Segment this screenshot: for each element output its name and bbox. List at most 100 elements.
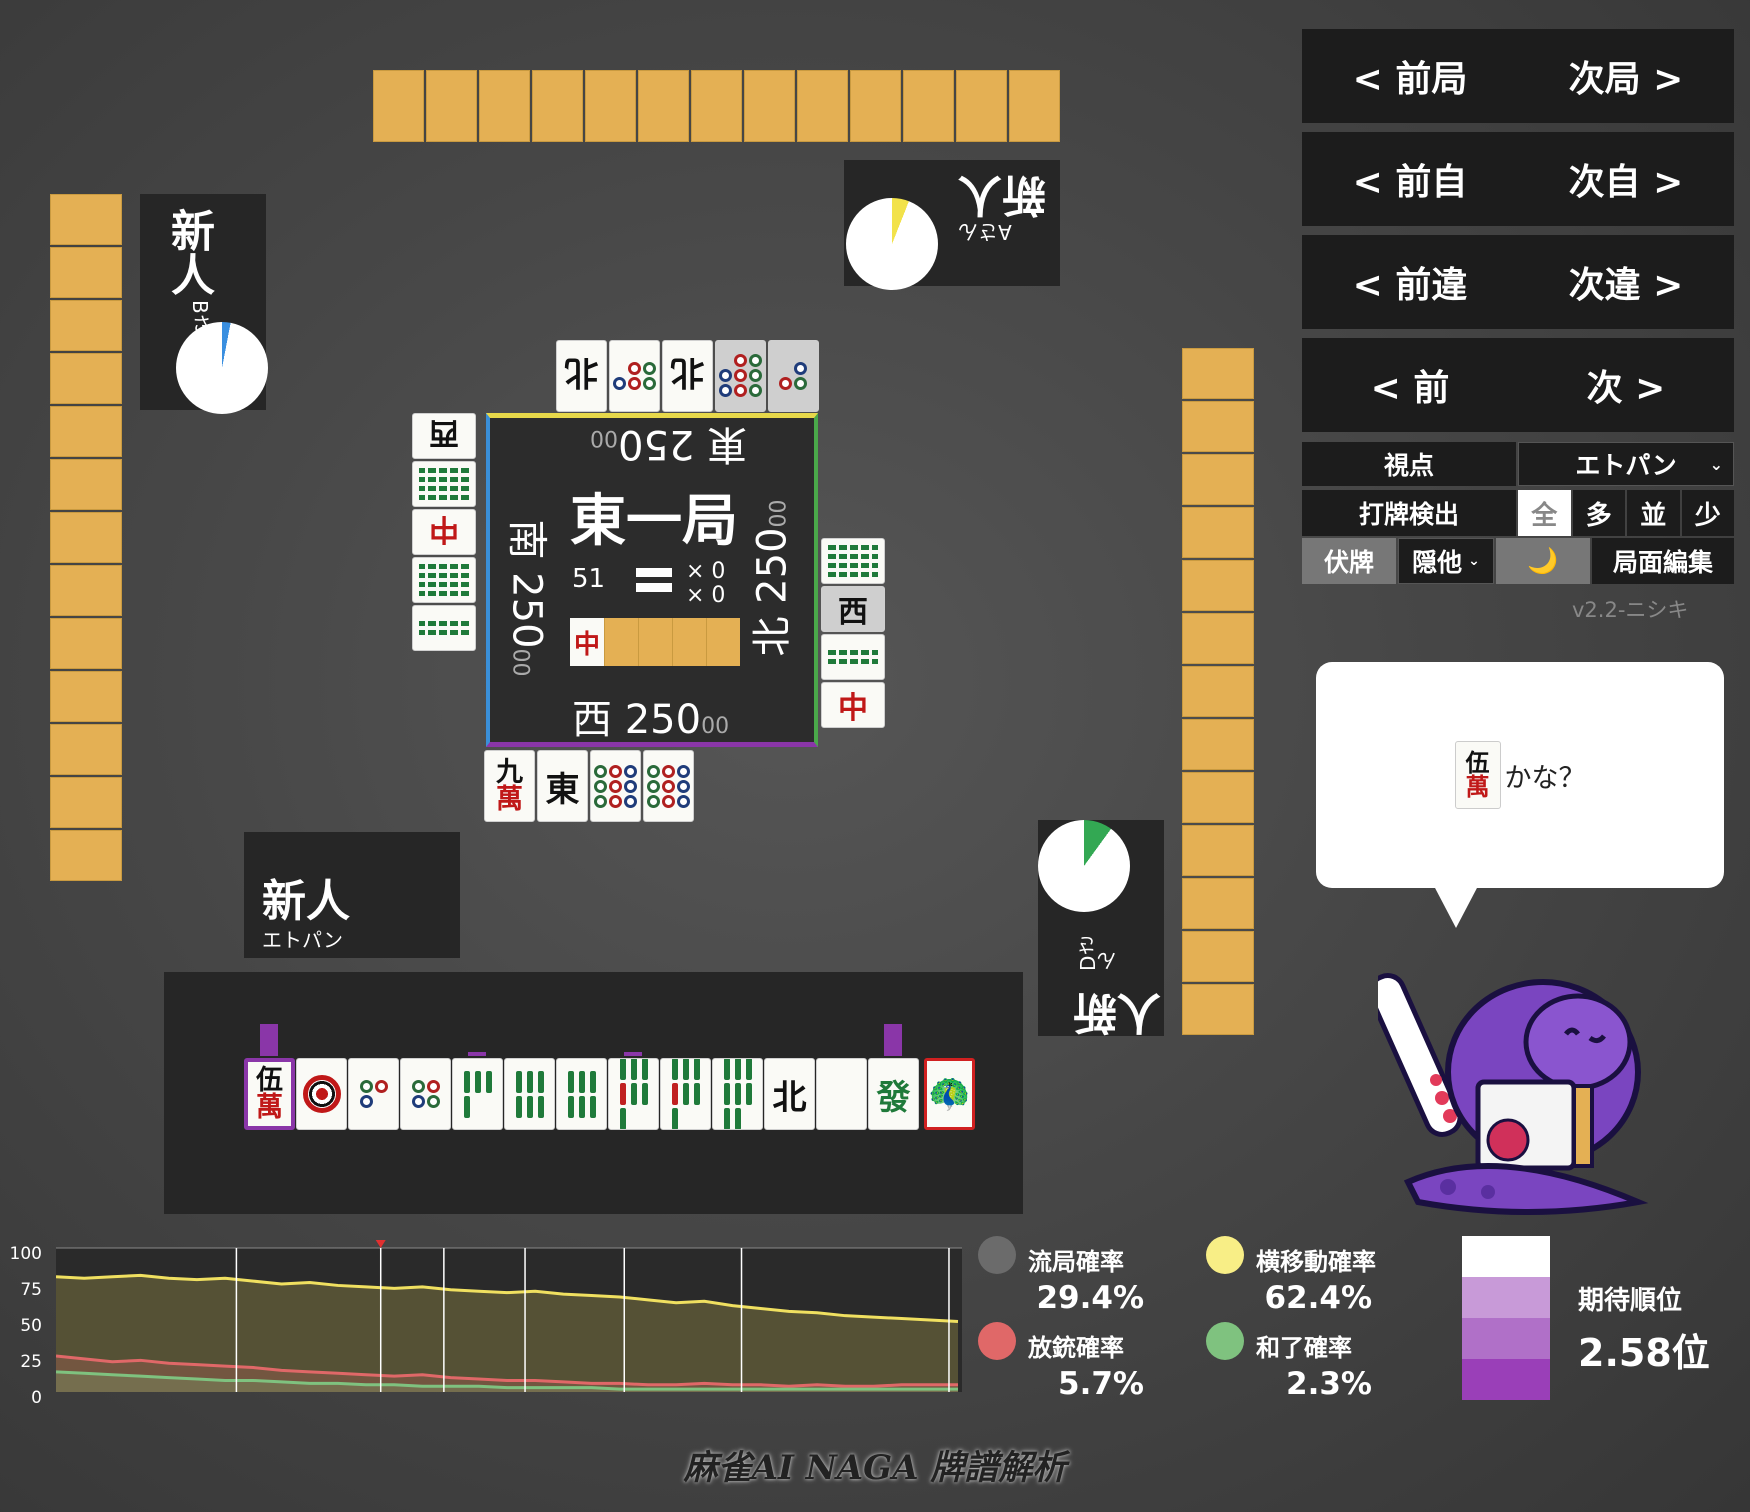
hand-tile[interactable]: 伍萬	[244, 1058, 295, 1130]
speech-bubble: 伍 萬 かな？	[1316, 662, 1724, 928]
right-discards: 西中	[821, 538, 885, 728]
face-down-tile	[50, 406, 122, 457]
top-discard-tile	[768, 340, 819, 412]
dora-indicators: 中	[570, 618, 740, 666]
y-tick: 25	[20, 1352, 42, 1372]
top-discard-tile	[715, 340, 766, 412]
right-player-sub: Dさん	[1076, 935, 1120, 971]
face-down-tile	[1182, 825, 1254, 876]
hand-tile[interactable]: 發	[868, 1058, 919, 1130]
y-tick: 75	[20, 1280, 42, 1300]
hand-tile-slot	[504, 1058, 555, 1130]
side-prob-label: 横移動確率	[1256, 1248, 1376, 1276]
face-down-tile	[1182, 719, 1254, 770]
dark-mode-icon[interactable]: 🌙	[1496, 538, 1590, 584]
seat-right: 北 25000	[749, 499, 796, 657]
top-discard-tile	[609, 340, 660, 412]
win-prob-value: 2.3%	[1286, 1366, 1372, 1402]
rank-band	[1462, 1318, 1550, 1359]
bubble-text: かな？	[1504, 762, 1586, 794]
hand-tile-slot: 北	[764, 1058, 815, 1130]
left-discards: 西中	[412, 413, 476, 651]
top-discard-tile: 北	[556, 340, 607, 412]
y-tick: 50	[20, 1316, 42, 1336]
face-down-tile	[691, 70, 742, 142]
drawn-tile[interactable]: 🦚	[924, 1058, 975, 1130]
hand-tile[interactable]	[712, 1058, 763, 1130]
face-down-tile	[50, 777, 122, 828]
next-round-button[interactable]: 次局 >	[1569, 50, 1684, 102]
next-button[interactable]: 次 >	[1587, 359, 1666, 411]
bottom-discard-tile	[590, 750, 641, 822]
hand-tile[interactable]	[504, 1058, 555, 1130]
draw-prob-icon	[978, 1236, 1016, 1274]
hidden-tiles-toggle[interactable]: 伏牌	[1302, 538, 1396, 584]
left-player-hidden-hand	[50, 194, 122, 881]
left-discard-tile	[412, 461, 476, 507]
face-down-tile	[50, 512, 122, 563]
detect-all[interactable]: 全	[1518, 490, 1571, 536]
probability-panel: 流局確率 29.4% 放銃確率 5.7% 横移動確率 62.4% 和了確率 2.…	[978, 1236, 1398, 1406]
next-self-button[interactable]: 次自 >	[1569, 153, 1684, 205]
hand-tile[interactable]	[608, 1058, 659, 1130]
draw-prob-label: 流局確率	[1028, 1248, 1124, 1276]
hide-others-select[interactable]: 隠他 ⌄	[1398, 538, 1494, 584]
bottom-discards: 九萬東	[484, 750, 694, 822]
face-down-tile	[744, 70, 795, 142]
top-player-pie	[846, 198, 938, 290]
tiles-left: 51	[572, 564, 606, 594]
hand-tile[interactable]	[660, 1058, 711, 1130]
detect-normal[interactable]: 並	[1627, 490, 1680, 536]
next-diff-button[interactable]: 次違 >	[1569, 256, 1684, 308]
top-player-sub: Aさん	[958, 220, 1012, 244]
viewpoint-label: 視点	[1302, 442, 1516, 486]
seat-left: 南 25000	[503, 519, 550, 677]
center-panel: 東 25000 南 25000 北 25000 西 25000 東一局 51 ×…	[486, 413, 818, 747]
face-down-tile	[50, 830, 122, 881]
viewpoint-select[interactable]: エトパン ⌄	[1518, 442, 1734, 486]
face-down-tile	[1182, 454, 1254, 505]
face-down-tile	[50, 459, 122, 510]
face-down-tile	[956, 70, 1007, 142]
hand-tile[interactable]	[556, 1058, 607, 1130]
face-down-tile	[903, 70, 954, 142]
left-discard-tile	[412, 605, 476, 651]
right-discard-tile	[821, 634, 885, 680]
detect-label: 打牌検出	[1302, 490, 1516, 536]
face-down-tile	[850, 70, 901, 142]
prev-button[interactable]: < 前	[1371, 359, 1450, 411]
hand-tile[interactable]: 北	[764, 1058, 815, 1130]
top-player-box: Aさん 新人	[844, 160, 1060, 290]
edit-position-button[interactable]: 局面編集	[1592, 538, 1734, 584]
bottom-discard-tile	[643, 750, 694, 822]
hand-tile[interactable]	[400, 1058, 451, 1130]
prev-diff-button[interactable]: < 前違	[1353, 256, 1468, 308]
top-player-hidden-hand	[373, 70, 1060, 142]
self-player-box: 新人 エトパン	[244, 832, 460, 958]
hand-tile[interactable]	[296, 1058, 347, 1130]
face-down-tile	[1182, 507, 1254, 558]
face-down-tile	[1182, 931, 1254, 982]
rank-band	[1462, 1359, 1550, 1400]
self-player-name: 新人	[262, 876, 350, 927]
diff-nav: < 前違 次違 >	[1302, 235, 1734, 329]
probability-chart[interactable]	[56, 1240, 962, 1400]
right-discard-tile: 中	[821, 682, 885, 728]
bottom-discard-tile: 東	[537, 750, 588, 822]
face-down-tile	[1182, 560, 1254, 611]
prev-round-button[interactable]: < 前局	[1353, 50, 1468, 102]
hand-tile[interactable]	[816, 1058, 867, 1130]
prev-self-button[interactable]: < 前自	[1353, 153, 1468, 205]
hand-tile[interactable]	[348, 1058, 399, 1130]
right-player-name: 新人	[1074, 992, 1169, 1036]
chart-y-axis: 100 75 50 25 0	[0, 1236, 62, 1408]
win-prob-label: 和了確率	[1256, 1334, 1352, 1362]
detect-many[interactable]: 多	[1572, 490, 1625, 536]
round-nav: < 前局 次局 >	[1302, 29, 1734, 123]
right-discard-tile	[821, 538, 885, 584]
face-down-tile	[1009, 70, 1060, 142]
face-down-tile	[50, 353, 122, 404]
detect-few[interactable]: 少	[1681, 490, 1734, 536]
hand-tile[interactable]	[452, 1058, 503, 1130]
y-tick: 0	[31, 1388, 42, 1408]
